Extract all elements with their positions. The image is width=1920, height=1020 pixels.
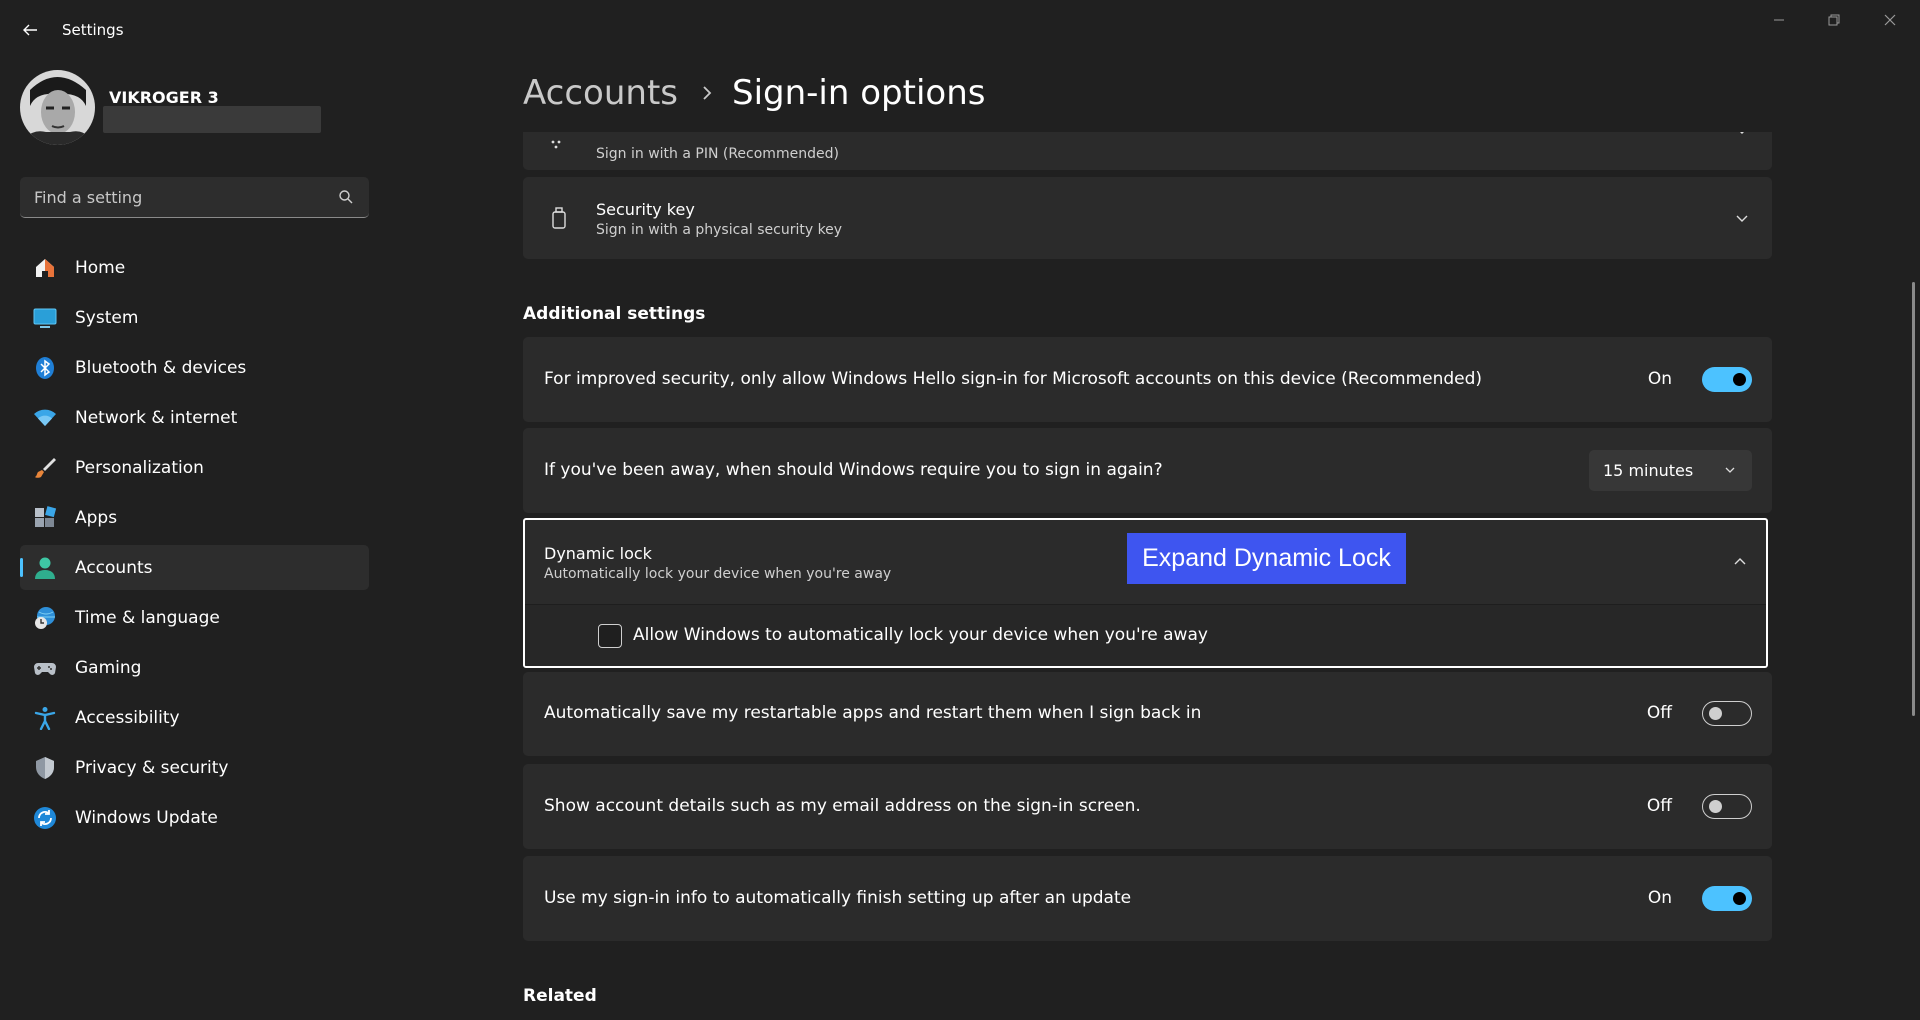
account-details-toggle[interactable]: [1702, 794, 1752, 819]
chevron-up-icon[interactable]: [1732, 554, 1748, 570]
close-button[interactable]: [1867, 6, 1913, 34]
annotation-label: Expand Dynamic Lock: [1127, 533, 1406, 584]
away-timeout-row: If you've been away, when should Windows…: [523, 428, 1772, 513]
restore-button[interactable]: [1811, 6, 1857, 34]
signin-info-label: Use my sign-in info to automatically fin…: [544, 888, 1132, 908]
related-heading: Related: [523, 986, 597, 1006]
security-key-title: Security key: [596, 200, 695, 219]
dynamic-lock-title: Dynamic lock: [544, 544, 652, 563]
signin-info-row: Use my sign-in info to automatically fin…: [523, 856, 1772, 941]
account-details-row: Show account details such as my email ad…: [523, 764, 1772, 849]
dynamic-lock-checkbox[interactable]: [598, 624, 622, 648]
chevron-down-icon[interactable]: [1734, 132, 1750, 138]
minimize-icon: [1774, 19, 1784, 21]
restart-apps-state: Off: [1646, 703, 1672, 723]
additional-settings-heading: Additional settings: [523, 304, 706, 324]
page-title: Sign-in options: [732, 73, 986, 113]
security-key-card[interactable]: Security key Sign in with a physical sec…: [523, 177, 1772, 259]
toggle-knob: [1709, 800, 1722, 813]
breadcrumb-parent-accounts[interactable]: Accounts: [523, 73, 678, 113]
scrollbar[interactable]: [1912, 282, 1915, 716]
hello-only-state: On: [1647, 369, 1672, 389]
dynamic-lock-subtitle: Automatically lock your device when you'…: [544, 566, 892, 582]
signin-info-state: On: [1647, 888, 1672, 908]
chevron-down-icon[interactable]: [1734, 210, 1750, 226]
pin-card[interactable]: Sign in with a PIN (Recommended): [523, 132, 1772, 170]
account-details-state: Off: [1646, 796, 1672, 816]
settings-window: Settings VIKROGER 3 Find a setting Home …: [0, 0, 1920, 1020]
settings-content: Sign in with a PIN (Recommended) Securit…: [0, 132, 1920, 1020]
usb-key-icon: [552, 207, 566, 229]
restart-apps-toggle[interactable]: [1702, 701, 1752, 726]
profile-name: VIKROGER 3: [109, 88, 219, 107]
close-icon: [1884, 14, 1896, 26]
profile-email-redacted: [103, 106, 321, 133]
toggle-knob: [1709, 707, 1722, 720]
away-timeout-dropdown[interactable]: 15 minutes: [1589, 450, 1752, 491]
hello-only-label: For improved security, only allow Window…: [544, 369, 1483, 389]
title-bar: Settings: [0, 0, 1920, 60]
pin-subtitle: Sign in with a PIN (Recommended): [596, 146, 839, 162]
back-arrow-icon: [23, 24, 37, 36]
chevron-right-icon: [703, 86, 712, 100]
toggle-knob: [1733, 892, 1746, 905]
security-key-subtitle: Sign in with a physical security key: [596, 222, 843, 238]
away-timeout-value: 15 minutes: [1603, 461, 1694, 480]
hello-only-toggle[interactable]: [1702, 367, 1752, 392]
breadcrumb: Accounts Sign-in options: [523, 70, 985, 116]
back-button[interactable]: [18, 18, 42, 42]
pin-keypad-icon: [551, 140, 561, 149]
restart-apps-row: Automatically save my restartable apps a…: [523, 672, 1772, 756]
dynamic-lock-options: Allow Windows to automatically lock your…: [525, 604, 1766, 666]
away-timeout-label: If you've been away, when should Windows…: [544, 460, 1163, 480]
app-title: Settings: [62, 21, 124, 39]
restore-icon: [1828, 14, 1840, 26]
toggle-knob: [1733, 373, 1746, 386]
chevron-down-icon: [1725, 467, 1735, 473]
hello-only-row: For improved security, only allow Window…: [523, 337, 1772, 422]
dynamic-lock-checkbox-label[interactable]: Allow Windows to automatically lock your…: [633, 625, 1208, 645]
signin-info-toggle[interactable]: [1702, 886, 1752, 911]
restart-apps-label: Automatically save my restartable apps a…: [544, 703, 1202, 723]
account-details-label: Show account details such as my email ad…: [544, 796, 1141, 816]
minimize-button[interactable]: [1756, 6, 1802, 34]
